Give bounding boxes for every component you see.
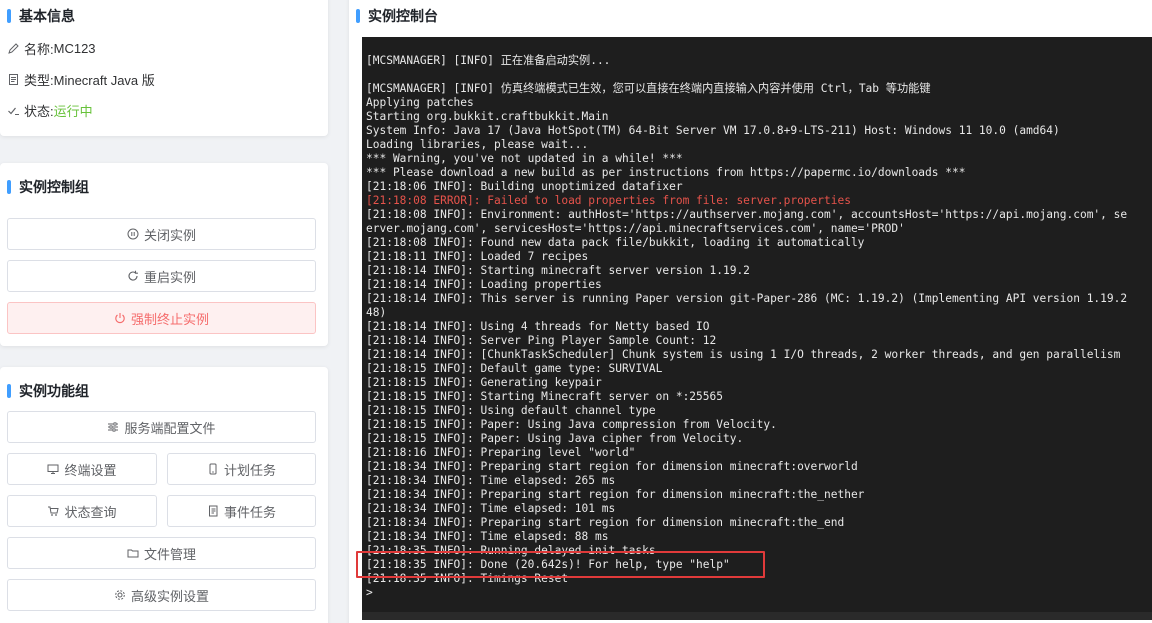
- terminal-line: [21:18:34 INFO]: Preparing start region …: [366, 516, 845, 529]
- phone-icon: [207, 463, 219, 475]
- info-status-row: 状态: 运行中: [7, 102, 93, 119]
- instance-console-card: 实例控制台 [MCSMANAGER] [INFO] 正在准备启动实例... [MC…: [349, 0, 1152, 623]
- terminal-line: Loading libraries, please wait...: [366, 138, 589, 151]
- terminal-line: [21:18:16 INFO]: Preparing level "world": [366, 446, 636, 459]
- terminal-line: [21:18:14 INFO]: Loading properties: [366, 278, 602, 291]
- power-icon: [114, 312, 126, 324]
- terminal-line: System Info: Java 17 (Java HotSpot(TM) 6…: [366, 124, 1060, 137]
- terminal-line: [21:18:34 INFO]: Time elapsed: 88 ms: [366, 530, 609, 543]
- status-badge: 运行中: [53, 103, 93, 119]
- folder-icon: [127, 547, 139, 559]
- terminal-line: [21:18:15 INFO]: Generating keypair: [366, 376, 602, 389]
- status-query-button[interactable]: 状态查询: [7, 495, 157, 527]
- terminal-line: erver.mojang.com', servicesHost='https:/…: [366, 222, 905, 235]
- info-type-value: Minecraft Java 版: [53, 72, 155, 88]
- terminal-line: [21:18:14 INFO]: Starting minecraft serv…: [366, 264, 750, 277]
- monitor-icon: [47, 463, 59, 475]
- cart-icon: [47, 505, 60, 517]
- terminal-line: [21:18:08 INFO]: Found new data pack fil…: [366, 236, 865, 249]
- terminal-line: Applying patches: [366, 96, 474, 109]
- refresh-icon: [127, 270, 139, 282]
- info-type-label: 类型:: [24, 72, 54, 88]
- pause-circle-icon: [127, 228, 139, 240]
- terminal-line: [21:18:15 INFO]: Default game type: SURV…: [366, 362, 663, 375]
- info-name-label: 名称:: [24, 41, 54, 57]
- terminal-line: [21:18:34 INFO]: Preparing start region …: [366, 488, 865, 501]
- instance-features-title: 实例功能组: [7, 383, 89, 399]
- terminal-line: [21:18:15 INFO]: Paper: Using Java compr…: [366, 418, 777, 431]
- info-status-label: 状态:: [24, 103, 54, 119]
- sliders-icon: [107, 421, 119, 433]
- document-icon: [7, 73, 20, 86]
- title-accent-bar: [7, 180, 11, 194]
- server-config-button[interactable]: 服务端配置文件: [7, 411, 316, 443]
- instance-features-card: 实例功能组 服务端配置文件 终端设置 计划任务 状态查询 事件任务 文件管理 高…: [0, 367, 328, 623]
- advanced-settings-button[interactable]: 高级实例设置: [7, 579, 316, 611]
- terminal-line: [21:18:14 INFO]: This server is running …: [366, 292, 1128, 305]
- gear-icon: [114, 589, 126, 601]
- terminal-line: >: [366, 586, 373, 599]
- stop-instance-button[interactable]: 关闭实例: [7, 218, 316, 250]
- title-accent-bar: [356, 9, 360, 23]
- status-check-icon: [7, 104, 20, 117]
- done-line-highlight: [356, 551, 765, 578]
- event-tasks-button[interactable]: 事件任务: [167, 495, 316, 527]
- terminal-line: [21:18:14 INFO]: Server Ping Player Samp…: [366, 334, 717, 347]
- terminal-line: [21:18:08 ERROR]: Failed to load propert…: [366, 194, 851, 207]
- terminal-line: [21:18:15 INFO]: Starting Minecraft serv…: [366, 390, 723, 403]
- info-type-row: 类型: Minecraft Java 版: [7, 71, 155, 88]
- terminal-line: [MCSMANAGER] [INFO] 正在准备启动实例...: [366, 54, 611, 67]
- terminal-line: [21:18:15 INFO]: Using default channel t…: [366, 404, 656, 417]
- terminal-line: Starting org.bukkit.craftbukkit.Main: [366, 110, 609, 123]
- basic-info-title: 基本信息: [7, 8, 75, 24]
- terminal-line: [21:18:14 INFO]: Using 4 threads for Net…: [366, 320, 710, 333]
- restart-instance-button[interactable]: 重启实例: [7, 260, 316, 292]
- terminal-log: [MCSMANAGER] [INFO] 正在准备启动实例... [MCSMANAG…: [366, 54, 1127, 600]
- pencil-icon: [7, 42, 20, 55]
- terminal-line: [21:18:14 INFO]: [ChunkTaskScheduler] Ch…: [366, 348, 1121, 361]
- terminal-settings-button[interactable]: 终端设置: [7, 453, 157, 485]
- terminal-line: 48): [366, 306, 387, 319]
- terminal-line: *** Warning, you've not updated in a whi…: [366, 152, 683, 165]
- terminal-scrollbar[interactable]: [362, 612, 1152, 620]
- kill-instance-button[interactable]: 强制终止实例: [7, 302, 316, 334]
- basic-info-card: 基本信息 名称: MC123 类型: Minecraft Java 版 状态: …: [0, 0, 328, 136]
- terminal-line: [21:18:11 INFO]: Loaded 7 recipes: [366, 250, 589, 263]
- title-accent-bar: [7, 9, 11, 23]
- instance-console-title: 实例控制台: [356, 8, 438, 24]
- terminal-line: [MCSMANAGER] [INFO] 仿真终端模式已生效，您可以直接在终端内直…: [366, 82, 931, 95]
- terminal-line: [21:18:34 INFO]: Time elapsed: 265 ms: [366, 474, 616, 487]
- title-accent-bar: [7, 384, 11, 398]
- notebook-icon: [207, 505, 219, 517]
- instance-control-card: 实例控制组 关闭实例 重启实例 强制终止实例: [0, 163, 328, 346]
- terminal-line: [21:18:34 INFO]: Time elapsed: 101 ms: [366, 502, 616, 515]
- instance-control-title: 实例控制组: [7, 179, 89, 195]
- terminal-line: [21:18:08 INFO]: Environment: authHost='…: [366, 208, 1128, 221]
- terminal-line: [21:18:15 INFO]: Paper: Using Java ciphe…: [366, 432, 744, 445]
- info-name-row: 名称: MC123: [7, 40, 96, 57]
- terminal-line: [21:18:34 INFO]: Preparing start region …: [366, 460, 858, 473]
- terminal-line: [21:18:06 INFO]: Building unoptimized da…: [366, 180, 683, 193]
- info-name-value: MC123: [53, 40, 96, 56]
- terminal-output[interactable]: [MCSMANAGER] [INFO] 正在准备启动实例... [MCSMANAG…: [362, 37, 1152, 620]
- scheduled-tasks-button[interactable]: 计划任务: [167, 453, 316, 485]
- terminal-line: *** Please download a new build as per i…: [366, 166, 966, 179]
- file-management-button[interactable]: 文件管理: [7, 537, 316, 569]
